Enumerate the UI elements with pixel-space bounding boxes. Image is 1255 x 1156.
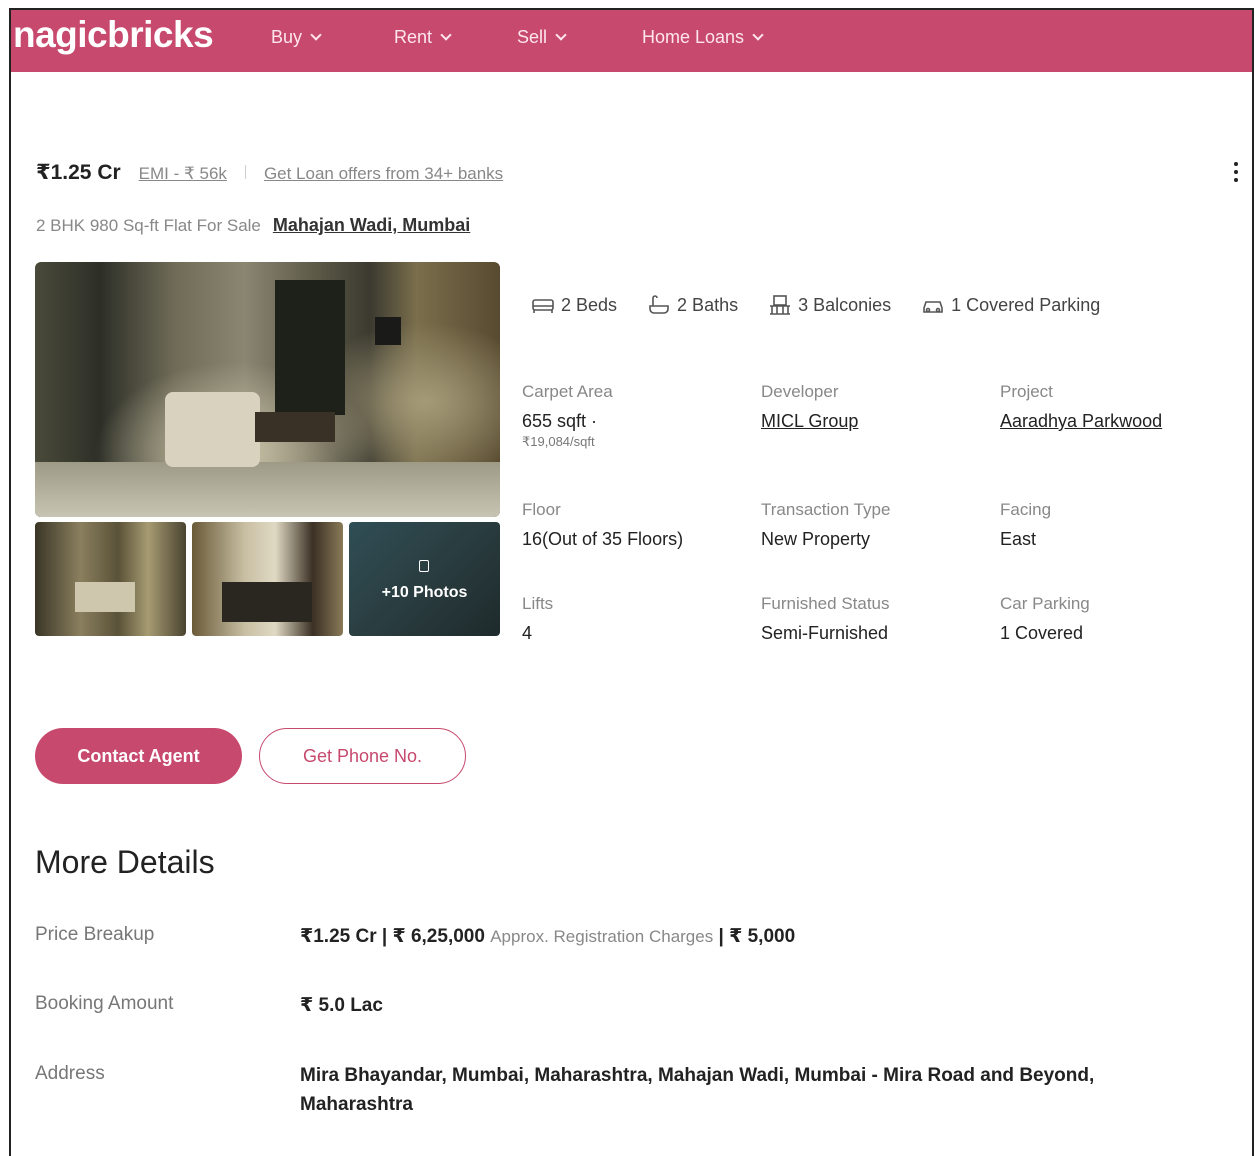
baths-label: 2 Baths [677, 294, 739, 315]
get-phone-button[interactable]: Get Phone No. [259, 728, 466, 784]
spec-label: Project [1000, 382, 1053, 401]
booking-amount-value: ₹ 5.0 Lac [300, 995, 383, 1016]
spec-value: Semi-Furnished [761, 623, 889, 643]
listing-type: 2 BHK 980 Sq-ft Flat For Sale [36, 216, 261, 235]
booking-amount-label: Booking Amount [35, 993, 174, 1014]
balcony-icon [770, 295, 791, 315]
top-header: nagicbricks Buy Rent Sell Home Loans [11, 10, 1252, 72]
spec-label: Car Parking [1000, 594, 1090, 613]
spec-label: Lifts [522, 594, 554, 613]
spec-label: Developer [761, 382, 839, 401]
chevron-down-icon [310, 29, 322, 41]
spec-label: Furnished Status [761, 594, 890, 613]
price-per-sqft: ₹19,084/sqft [522, 434, 595, 449]
nav-home-loans[interactable]: Home Loans [642, 27, 764, 48]
amenities-row: 2 Beds 2 Baths 3 Balconies 1 Covered Par… [531, 294, 1100, 316]
spec-value: 1 Covered [1000, 623, 1084, 643]
more-photos-label: +10 Photos [381, 584, 468, 601]
spec-value: 4 [522, 623, 533, 643]
photo-icon [419, 560, 429, 572]
spec-label: Floor [522, 500, 561, 519]
nav-sell[interactable]: Sell [517, 27, 567, 48]
amenity-balconies: 3 Balconies [768, 294, 891, 316]
nav-rent[interactable]: Rent [394, 27, 452, 48]
spec-transaction-type: Transaction Type New Property [761, 500, 890, 550]
price-breakup-label: Price Breakup [35, 924, 155, 945]
project-link[interactable]: Aaradhya Parkwood [1000, 411, 1162, 432]
spec-project: Project Aaradhya Parkwood [1000, 382, 1162, 432]
more-options-icon[interactable] [1234, 162, 1238, 182]
amenity-beds: 2 Beds [531, 294, 617, 316]
spec-value: 655 sqft · [522, 411, 598, 431]
spec-value: New Property [761, 529, 871, 549]
contact-agent-button[interactable]: Contact Agent [35, 728, 242, 784]
spec-facing: Facing East [1000, 500, 1051, 550]
address-label: Address [35, 1063, 105, 1084]
photo-thumbnail[interactable] [192, 522, 343, 636]
spec-label: Facing [1000, 500, 1052, 519]
listing-subtitle: 2 BHK 980 Sq-ft Flat For Sale Mahajan Wa… [36, 215, 470, 236]
spec-value: 16(Out of 35 Floors) [522, 529, 684, 549]
loan-offers-link[interactable]: Get Loan offers from 34+ banks [264, 164, 503, 184]
spec-label: Transaction Type [761, 500, 891, 519]
more-details-title: More Details [35, 844, 215, 880]
beds-label: 2 Beds [561, 294, 618, 315]
bath-icon [649, 295, 669, 314]
nav-buy[interactable]: Buy [271, 27, 322, 48]
price-line: ₹1.25 Cr EMI - ₹ 56k Get Loan offers fro… [36, 160, 503, 185]
spec-value: East [1000, 529, 1037, 549]
parking-label: 1 Covered Parking [951, 294, 1101, 315]
main-photo[interactable] [35, 262, 500, 517]
balconies-label: 3 Balconies [798, 294, 892, 315]
spec-floor: Floor 16(Out of 35 Floors) [522, 500, 683, 550]
spec-car-parking: Car Parking 1 Covered [1000, 594, 1090, 644]
site-logo[interactable]: nagicbricks [13, 14, 214, 56]
nav-home-loans-label: Home Loans [642, 27, 745, 47]
more-photos-thumbnail[interactable]: +10 Photos [349, 522, 500, 636]
registration-charges-label: Approx. Registration Charges [490, 927, 714, 946]
chevron-down-icon [440, 29, 452, 41]
page-frame: nagicbricks Buy Rent Sell Home Loans ₹1.… [9, 8, 1254, 1156]
nav-rent-label: Rent [394, 27, 433, 47]
amenity-parking: 1 Covered Parking [921, 294, 1100, 316]
spec-furnished-status: Furnished Status Semi-Furnished [761, 594, 890, 644]
registration-charges-amount: | ₹ 5,000 [718, 926, 796, 947]
photo-thumbnail[interactable] [35, 522, 186, 636]
location-link[interactable]: Mahajan Wadi, Mumbai [273, 215, 470, 236]
spec-lifts: Lifts 4 [522, 594, 553, 644]
developer-link[interactable]: MICL Group [761, 411, 858, 432]
spec-carpet-area: Carpet Area 655 sqft · ₹19,084/sqft [522, 382, 613, 450]
car-icon [923, 301, 943, 313]
nav-buy-label: Buy [271, 27, 303, 47]
price-breakup-value: ₹1.25 Cr | ₹ 6,25,000 Approx. Registrati… [300, 922, 1210, 951]
spec-label: Carpet Area [522, 382, 613, 401]
chevron-down-icon [752, 29, 764, 41]
address-value: Mira Bhayandar, Mumbai, Maharashtra, Mah… [300, 1065, 1095, 1115]
listing-price: ₹1.25 Cr [36, 161, 121, 184]
amenity-baths: 2 Baths [647, 294, 738, 316]
chevron-down-icon [555, 29, 567, 41]
bed-icon [532, 299, 554, 313]
nav-sell-label: Sell [517, 27, 548, 47]
divider [244, 165, 246, 179]
spec-developer: Developer MICL Group [761, 382, 858, 432]
price-breakup-amount: ₹1.25 Cr | ₹ 6,25,000 [300, 926, 485, 947]
emi-link[interactable]: EMI - ₹ 56k [139, 164, 227, 184]
